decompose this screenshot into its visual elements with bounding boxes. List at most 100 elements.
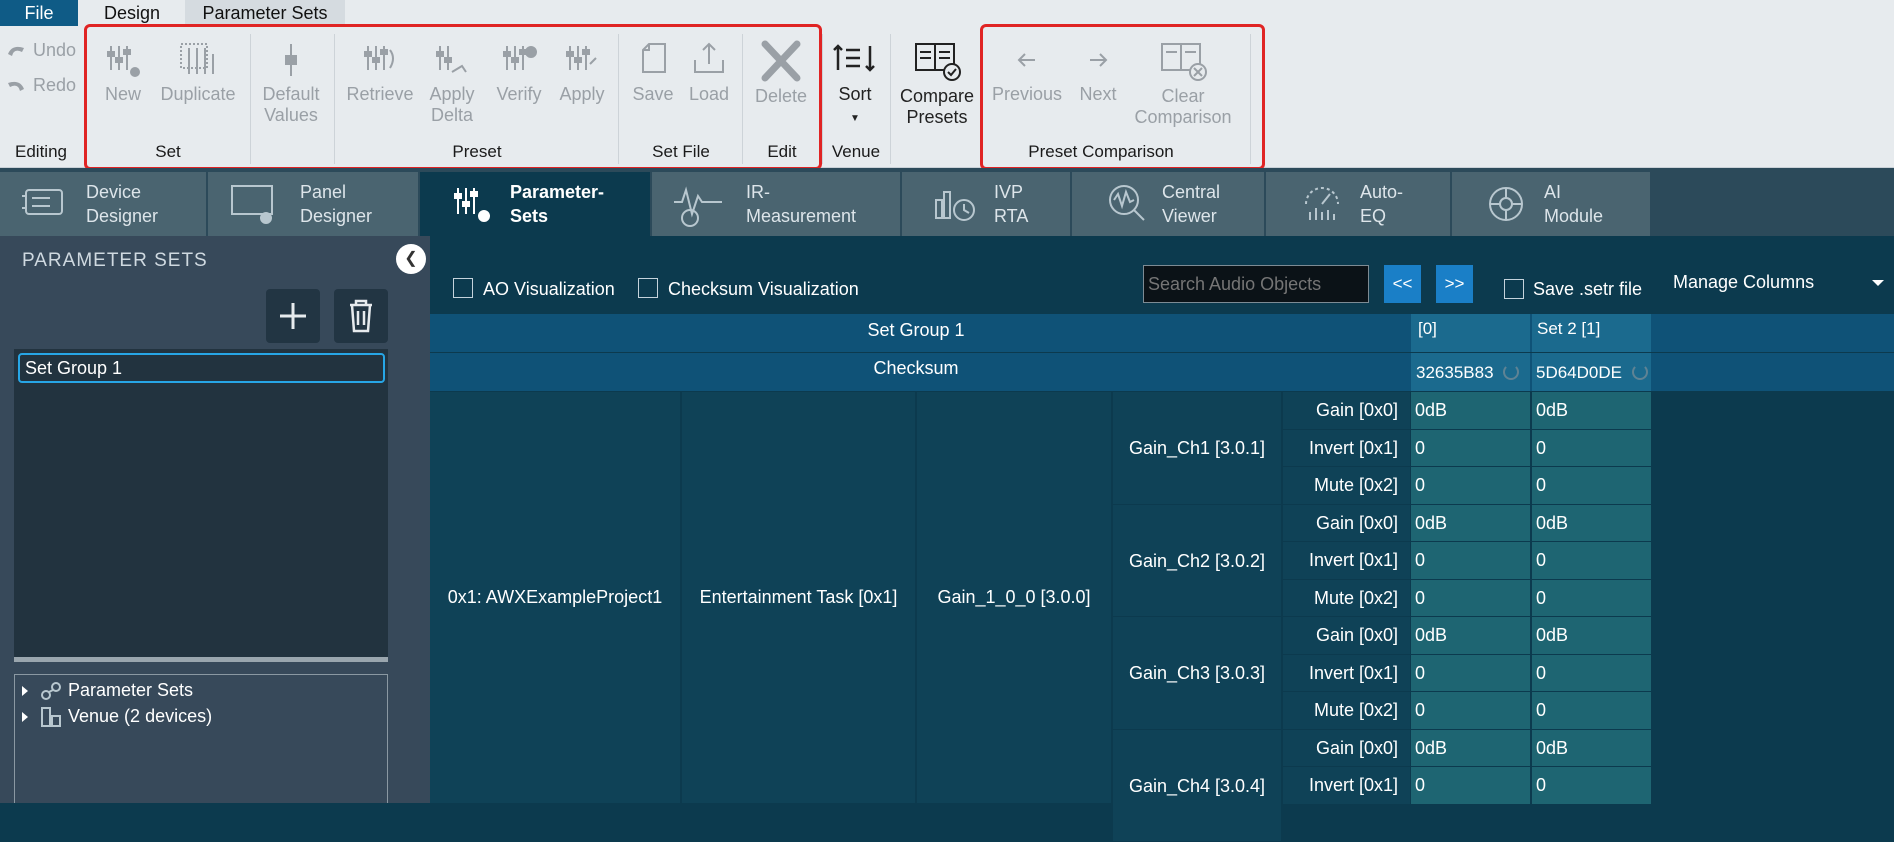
highlight-box-preset-comparison bbox=[980, 24, 1265, 170]
value-cell[interactable]: 0dB bbox=[1532, 505, 1652, 543]
menu-design[interactable]: Design bbox=[79, 0, 185, 26]
value-cell[interactable]: 0dB bbox=[1411, 617, 1531, 655]
value-cell[interactable]: 0 bbox=[1532, 430, 1652, 468]
tree-item-label: Venue (2 devices) bbox=[68, 706, 212, 726]
value-cell[interactable]: 0 bbox=[1411, 467, 1531, 505]
parameter-name-cell: Mute [0x2] bbox=[1283, 467, 1410, 505]
redo-icon bbox=[4, 77, 28, 95]
list-item-set-group[interactable]: Set Group 1 bbox=[18, 353, 385, 383]
trash-icon bbox=[334, 289, 388, 343]
parameter-name-cell: Mute [0x2] bbox=[1283, 692, 1410, 730]
checksum-visualization-checkbox[interactable] bbox=[638, 278, 658, 298]
checksum-value: 32635B83 bbox=[1416, 363, 1494, 382]
value-cell[interactable]: 0dB bbox=[1532, 730, 1652, 768]
audio-object-cell: Gain_1_0_0 [3.0.0] bbox=[917, 392, 1112, 803]
tab-ir-measurement[interactable]: IR-Measurement bbox=[652, 172, 900, 236]
collapse-panel-button[interactable]: ❮ bbox=[396, 244, 426, 274]
tab-central-viewer[interactable]: CentralViewer bbox=[1072, 172, 1264, 236]
value-cell[interactable]: 0dB bbox=[1532, 392, 1652, 430]
device-designer-icon bbox=[20, 182, 68, 222]
sort-button[interactable]: Sort ▼ bbox=[830, 40, 880, 129]
sort-label: Sort bbox=[838, 84, 871, 104]
tab-ivp-rta-line1: IVP bbox=[994, 182, 1023, 202]
save-setr-label: Save .setr file bbox=[1533, 279, 1642, 300]
tab-device-designer[interactable]: DeviceDesigner bbox=[0, 172, 206, 236]
manage-columns-dropdown[interactable]: Manage Columns bbox=[1665, 264, 1894, 304]
panel-title: PARAMETER SETS bbox=[22, 250, 208, 272]
channel-name-cell: Gain_Ch4 [3.0.4] bbox=[1113, 730, 1282, 842]
value-cell[interactable]: 0 bbox=[1411, 580, 1531, 618]
value-cell[interactable]: 0 bbox=[1532, 467, 1652, 505]
vertical-scrollbar[interactable] bbox=[1888, 392, 1894, 803]
save-setr-checkbox[interactable] bbox=[1504, 279, 1524, 299]
tab-ivp-rta-line2: RTA bbox=[994, 206, 1028, 226]
value-cell[interactable]: 0 bbox=[1532, 767, 1652, 805]
expand-arrow-icon[interactable] bbox=[22, 686, 28, 696]
tab-ir-measurement-line2: Measurement bbox=[746, 206, 856, 226]
tab-auto-eq-line2: EQ bbox=[1360, 206, 1386, 226]
tab-ivp-rta[interactable]: IVP RTA bbox=[902, 172, 1070, 236]
auto-eq-icon bbox=[1300, 182, 1344, 226]
delete-set-button[interactable] bbox=[334, 289, 388, 343]
refresh-checksum-icon[interactable] bbox=[1503, 364, 1519, 380]
value-cell[interactable]: 0 bbox=[1411, 767, 1531, 805]
value-cell[interactable]: 0dB bbox=[1411, 730, 1531, 768]
menu-file[interactable]: File bbox=[0, 0, 78, 26]
panel-splitter[interactable] bbox=[14, 657, 388, 662]
tab-panel-designer[interactable]: Panel Designer bbox=[208, 172, 418, 236]
tab-panel-designer-line1: Panel bbox=[300, 182, 346, 202]
redo-label: Redo bbox=[33, 75, 76, 95]
compare-presets-button[interactable]: Compare Presets bbox=[896, 40, 978, 128]
value-cell[interactable]: 0dB bbox=[1532, 617, 1652, 655]
parameter-name-cell: Gain [0x0] bbox=[1283, 617, 1410, 655]
value-cell[interactable]: 0 bbox=[1532, 655, 1652, 693]
parameter-name-cell: Gain [0x0] bbox=[1283, 392, 1410, 430]
column-header-0[interactable]: [0] bbox=[1411, 314, 1530, 352]
tab-auto-eq[interactable]: Auto-EQ bbox=[1266, 172, 1450, 236]
tab-parameter-sets-line2: Sets bbox=[510, 206, 548, 226]
expand-arrow-icon[interactable] bbox=[22, 712, 28, 722]
refresh-checksum-icon[interactable] bbox=[1632, 364, 1648, 380]
next-column-button[interactable]: >> bbox=[1436, 265, 1473, 303]
tab-central-viewer-line1: Central bbox=[1162, 182, 1220, 202]
ir-measurement-icon bbox=[672, 182, 726, 228]
undo-icon bbox=[4, 42, 28, 60]
value-cell[interactable]: 0 bbox=[1411, 692, 1531, 730]
tab-parameter-sets-line1: Parameter- bbox=[510, 182, 604, 202]
tree-item-parameter-sets[interactable]: Parameter Sets bbox=[22, 680, 193, 701]
column-header-1[interactable]: Set 2 [1] bbox=[1532, 314, 1651, 352]
value-cell[interactable]: 0dB bbox=[1411, 392, 1531, 430]
chevron-down-icon bbox=[1872, 280, 1884, 286]
value-cell[interactable]: 0 bbox=[1532, 542, 1652, 580]
compare-presets-icon bbox=[912, 40, 962, 82]
tab-parameter-sets[interactable]: Parameter- Sets bbox=[420, 172, 650, 236]
venue-devices-icon bbox=[40, 706, 62, 728]
search-audio-objects-input[interactable] bbox=[1143, 265, 1369, 303]
tab-ai-module-line2: Module bbox=[1544, 206, 1603, 226]
tab-ai-module[interactable]: AIModule bbox=[1452, 172, 1650, 236]
value-cell[interactable]: 0 bbox=[1532, 692, 1652, 730]
menu-parameter-sets[interactable]: Parameter Sets bbox=[185, 0, 345, 26]
value-cell[interactable]: 0 bbox=[1411, 655, 1531, 693]
parameter-name-cell: Invert [0x1] bbox=[1283, 767, 1410, 805]
ribbon: Undo Redo Editing New Duplicate Set Defa… bbox=[0, 26, 1894, 168]
editing-group-label: Editing bbox=[0, 142, 82, 162]
redo-button[interactable]: Redo bbox=[4, 75, 76, 96]
plus-icon bbox=[266, 289, 320, 343]
sort-dropdown-icon[interactable]: ▼ bbox=[850, 113, 860, 124]
undo-button[interactable]: Undo bbox=[4, 40, 76, 61]
tab-panel-designer-line2: Designer bbox=[300, 206, 372, 226]
value-cell[interactable]: 0 bbox=[1411, 542, 1531, 580]
ao-visualization-label: AO Visualization bbox=[483, 279, 615, 300]
previous-column-button[interactable]: << bbox=[1384, 265, 1421, 303]
parameter-name-cell: Invert [0x1] bbox=[1283, 430, 1410, 468]
separator bbox=[890, 34, 891, 164]
value-cell[interactable]: 0dB bbox=[1411, 505, 1531, 543]
add-set-button[interactable] bbox=[266, 289, 320, 343]
value-cell[interactable]: 0 bbox=[1411, 430, 1531, 468]
value-cell[interactable]: 0 bbox=[1532, 580, 1652, 618]
venue-group-label: Venue bbox=[824, 142, 888, 162]
compare-presets-label-1: Compare bbox=[900, 86, 974, 106]
tree-item-venue[interactable]: Venue (2 devices) bbox=[22, 706, 212, 728]
ao-visualization-checkbox[interactable] bbox=[453, 278, 473, 298]
